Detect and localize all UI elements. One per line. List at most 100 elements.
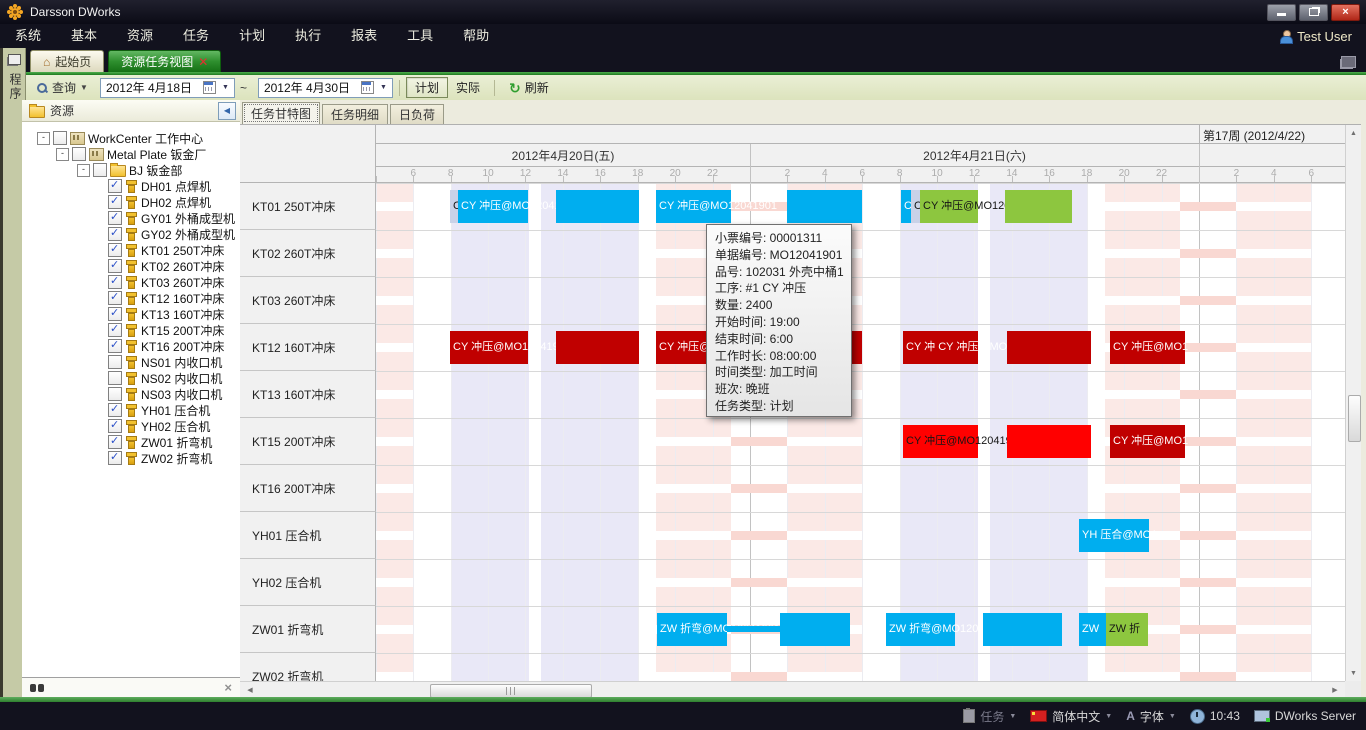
- tree-item-kt16[interactable]: KT16 200T冲床: [22, 338, 240, 354]
- tree-checkbox[interactable]: [108, 195, 122, 209]
- tree-checkbox[interactable]: [108, 403, 122, 417]
- tree-checkbox[interactable]: [108, 387, 122, 401]
- tree-checkbox[interactable]: [72, 147, 86, 161]
- gantt-task-bar[interactable]: [556, 190, 639, 223]
- vertical-scrollbar[interactable]: ▲ ▼: [1345, 125, 1361, 681]
- menu-item-5[interactable]: 执行: [280, 24, 336, 48]
- tree-item-kt13[interactable]: KT13 160T冲床: [22, 306, 240, 322]
- gantt-task-bar[interactable]: CY 冲压@MO12041904: [450, 331, 528, 364]
- tree-item-ns03[interactable]: NS03 内收口机: [22, 386, 240, 402]
- tree-checkbox[interactable]: [108, 211, 122, 225]
- menu-item-4[interactable]: 计划: [224, 24, 280, 48]
- tree-checkbox[interactable]: [108, 291, 122, 305]
- gantt-task-bar[interactable]: YH 压合@MO1: [1079, 519, 1149, 552]
- collapse-panel-button[interactable]: ◀: [218, 102, 236, 120]
- tree-item-ns01[interactable]: NS01 内收口机: [22, 354, 240, 370]
- tree-item-gy01[interactable]: GY01 外桶成型机: [22, 210, 240, 226]
- status-font-menu[interactable]: A 字体 ▼: [1126, 708, 1176, 725]
- menu-item-1[interactable]: 基本: [56, 24, 112, 48]
- tree-item-kt03[interactable]: KT03 260T冲床: [22, 274, 240, 290]
- window-list-icon[interactable]: [1341, 56, 1356, 68]
- chevron-down-icon[interactable]: ▼: [377, 80, 390, 96]
- tree-checkbox[interactable]: [108, 243, 122, 257]
- refresh-button[interactable]: ↻ 刷新: [501, 78, 557, 97]
- restore-button[interactable]: [1299, 4, 1328, 21]
- date-to-field[interactable]: 2012年 4月30日 ▼: [258, 78, 393, 98]
- minimize-button[interactable]: [1267, 4, 1296, 21]
- tree-checkbox[interactable]: [108, 259, 122, 273]
- tree-item-metal[interactable]: -Metal Plate 钣金厂: [22, 146, 240, 162]
- close-button[interactable]: ×: [1331, 4, 1360, 21]
- status-language-menu[interactable]: 简体中文 ▼: [1030, 708, 1112, 725]
- tree-checkbox[interactable]: [108, 179, 122, 193]
- chevron-down-icon[interactable]: ▼: [219, 80, 232, 96]
- tree-checkbox[interactable]: [108, 323, 122, 337]
- gantt-task-bar[interactable]: [727, 626, 780, 632]
- tree-checkbox[interactable]: [108, 275, 122, 289]
- menu-item-2[interactable]: 资源: [112, 24, 168, 48]
- tree-checkbox[interactable]: [108, 355, 122, 369]
- tree-checkbox[interactable]: [108, 307, 122, 321]
- horizontal-scrollbar[interactable]: ◀ ▶: [240, 681, 1345, 698]
- gantt-task-bar[interactable]: [1005, 190, 1072, 223]
- gantt-task-bar[interactable]: ZW: [1079, 613, 1106, 646]
- close-icon[interactable]: ×: [224, 680, 232, 695]
- menu-item-3[interactable]: 任务: [168, 24, 224, 48]
- gantt-task-bar[interactable]: CY 冲压@MO12041902: [920, 190, 978, 223]
- tree-checkbox[interactable]: [108, 227, 122, 241]
- tab-task-detail[interactable]: 任务明细: [322, 104, 388, 124]
- gantt-task-bar[interactable]: C: [911, 190, 920, 223]
- gantt-task-bar[interactable]: ZW 折: [1106, 613, 1148, 646]
- tree-expander-icon[interactable]: -: [37, 132, 50, 145]
- tree-item-bj[interactable]: -BJ 钣金部: [22, 162, 240, 178]
- tree-item-gy02[interactable]: GY02 外桶成型机: [22, 226, 240, 242]
- tree-checkbox[interactable]: [108, 419, 122, 433]
- tree-item-dh02[interactable]: DH02 点焊机: [22, 194, 240, 210]
- tree-checkbox[interactable]: [108, 451, 122, 465]
- gantt-task-bar[interactable]: ZW 折弯@MO12041901: [886, 613, 955, 646]
- tree-item-ns02[interactable]: NS02 内收口机: [22, 370, 240, 386]
- gantt-task-bar[interactable]: [787, 190, 862, 223]
- tree-item-dh01[interactable]: DH01 点焊机: [22, 178, 240, 194]
- menu-item-0[interactable]: 系统: [0, 24, 56, 48]
- gantt-task-bar[interactable]: CY 冲压@MO12041901: [656, 190, 731, 223]
- tree-checkbox[interactable]: [93, 163, 107, 177]
- scroll-left-arrow[interactable]: ◀: [242, 682, 258, 698]
- date-from-field[interactable]: 2012年 4月18日 ▼: [100, 78, 235, 98]
- scroll-down-arrow[interactable]: ▼: [1346, 665, 1361, 681]
- gantt-task-bar[interactable]: CY 冲 CY 冲压@MO12041904: [903, 331, 978, 364]
- tree-expander-icon[interactable]: -: [56, 148, 69, 161]
- menu-item-8[interactable]: 帮助: [448, 24, 504, 48]
- tree-expander-icon[interactable]: -: [77, 164, 90, 177]
- gantt-task-bar[interactable]: C: [450, 190, 458, 223]
- gantt-task-bar[interactable]: CY 冲压@MO1: [1110, 425, 1185, 458]
- tree-item-zw02[interactable]: ZW02 折弯机: [22, 450, 240, 466]
- tab-home[interactable]: ⌂ 起始页: [30, 50, 104, 72]
- find-icon[interactable]: [30, 683, 45, 693]
- tree-item-kt15[interactable]: KT15 200T冲床: [22, 322, 240, 338]
- menu-item-7[interactable]: 工具: [392, 24, 448, 48]
- actual-toggle-button[interactable]: 实际: [448, 78, 488, 97]
- gantt-task-bar[interactable]: C: [901, 190, 911, 223]
- scroll-up-arrow[interactable]: ▲: [1346, 125, 1361, 141]
- gantt-task-bar[interactable]: CY 冲压@MO12041901: [458, 190, 528, 223]
- tree-item-kt12[interactable]: KT12 160T冲床: [22, 290, 240, 306]
- status-task-menu[interactable]: 任务 ▼: [963, 708, 1016, 725]
- gantt-task-bar[interactable]: [983, 613, 1062, 646]
- tab-resource-task-view[interactable]: 资源任务视图 ✕: [108, 50, 221, 72]
- tree-item-kt01[interactable]: KT01 250T冲床: [22, 242, 240, 258]
- tree-item-zw01[interactable]: ZW01 折弯机: [22, 434, 240, 450]
- query-button[interactable]: 查询 ▼: [30, 78, 94, 98]
- tree-checkbox[interactable]: [108, 371, 122, 385]
- gantt-task-bar[interactable]: [556, 331, 639, 364]
- tab-daily-load[interactable]: 日负荷: [390, 104, 444, 124]
- tree-checkbox[interactable]: [108, 339, 122, 353]
- tree-checkbox[interactable]: [53, 131, 67, 145]
- menu-item-6[interactable]: 报表: [336, 24, 392, 48]
- tree-item-yh02[interactable]: YH02 压合机: [22, 418, 240, 434]
- gantt-task-bar[interactable]: [780, 613, 850, 646]
- gantt-task-bar[interactable]: [1007, 331, 1091, 364]
- gantt-task-bar[interactable]: CY 冲压@MO12041903: [903, 425, 978, 458]
- vertical-scroll-thumb[interactable]: [1348, 395, 1361, 442]
- gantt-task-bar[interactable]: CY 冲压@MO1: [1110, 331, 1185, 364]
